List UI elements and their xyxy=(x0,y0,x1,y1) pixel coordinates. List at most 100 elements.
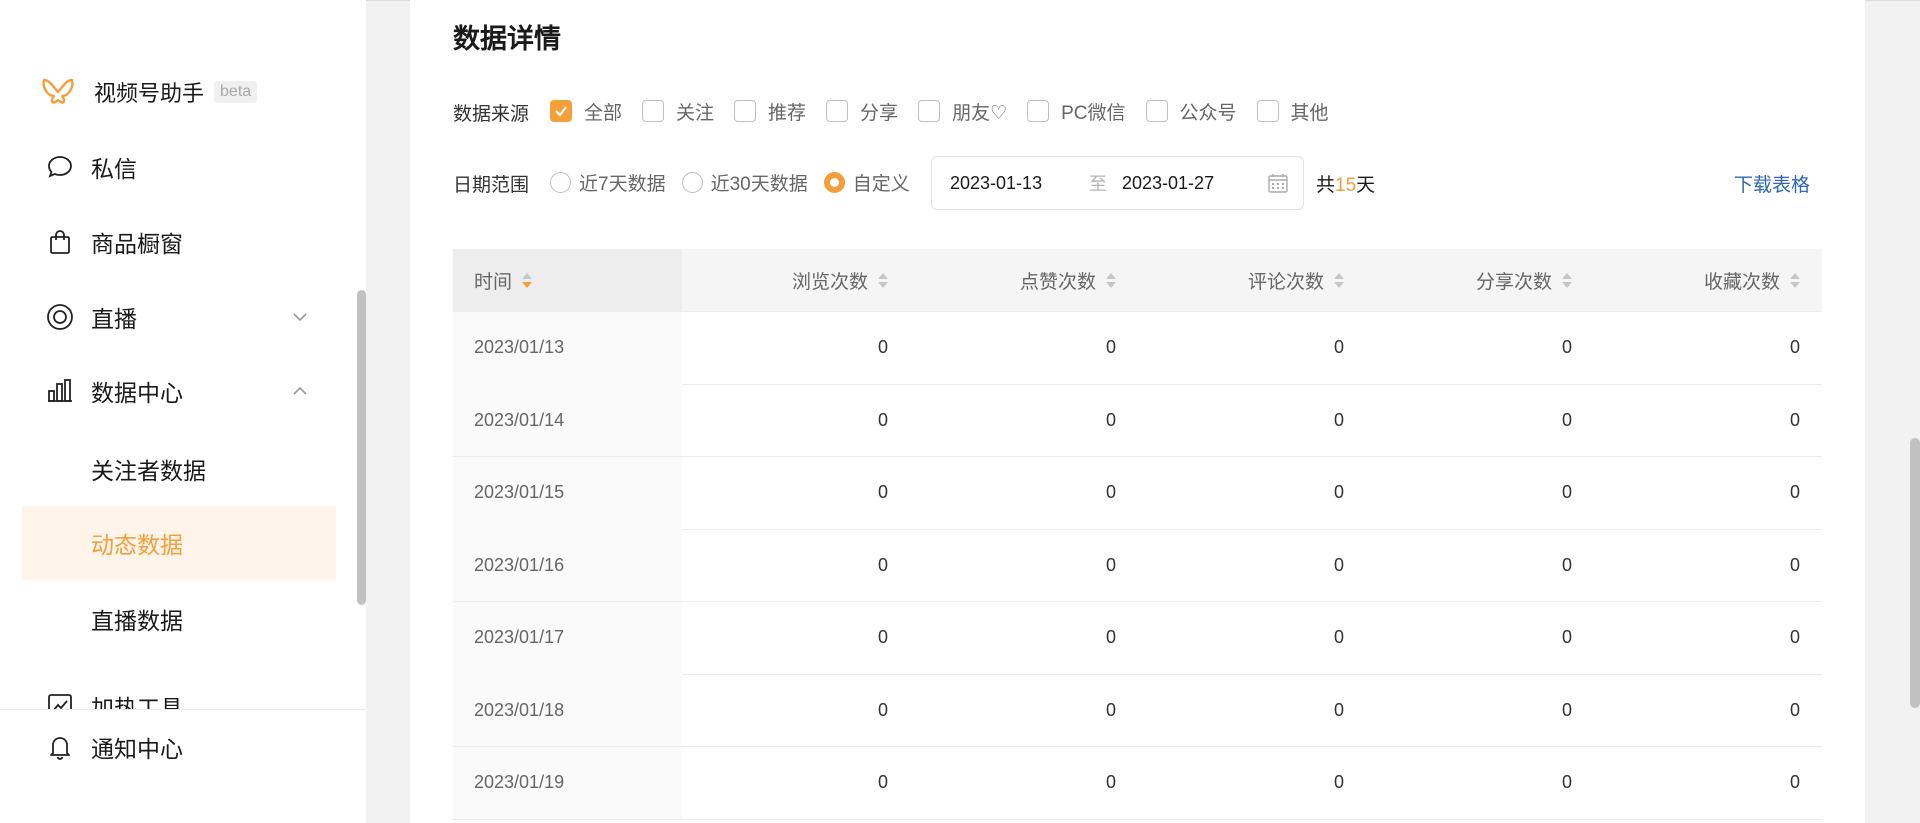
checkbox[interactable] xyxy=(1256,100,1279,122)
sidebar-scrollbar[interactable] xyxy=(357,290,366,605)
cell-shares: 0 xyxy=(1561,409,1572,430)
sort-icon[interactable] xyxy=(1790,272,1800,288)
data-table: 时间 浏览次数 点赞次数 评论次数 分享次数 收藏次数 2023/01/13 0… xyxy=(453,248,1822,820)
sidebar-item-label: 直播数据 xyxy=(91,608,183,634)
source-checkbox-friends[interactable]: 朋友♡ xyxy=(918,98,1007,125)
cell-favorites: 0 xyxy=(1789,627,1800,648)
date-radio-30-days[interactable]: 近30天数据 xyxy=(681,169,808,196)
column-header-comments[interactable]: 评论次数 xyxy=(1138,249,1366,312)
source-checkbox-pc-wechat[interactable]: PC微信 xyxy=(1027,98,1126,125)
sidebar-item-data-center[interactable]: 数据中心 xyxy=(22,354,336,428)
date-range-picker[interactable]: 2023-01-13 至 2023-01-27 xyxy=(931,156,1304,210)
cell-likes: 0 xyxy=(1105,699,1116,720)
sort-icon[interactable] xyxy=(878,272,888,288)
radio[interactable] xyxy=(550,171,571,193)
column-header-shares[interactable]: 分享次数 xyxy=(1366,249,1594,312)
sidebar-item-messages[interactable]: 私信 xyxy=(22,130,336,204)
cell-views: 0 xyxy=(877,699,888,720)
date-range-label: 日期范围 xyxy=(453,175,530,196)
checkbox[interactable] xyxy=(734,100,757,122)
checkbox-label: PC微信 xyxy=(1061,102,1126,124)
checkbox-label: 朋友♡ xyxy=(952,102,1008,124)
source-checkbox-other[interactable]: 其他 xyxy=(1256,98,1329,125)
sidebar-item-follower-data[interactable]: 关注者数据 xyxy=(22,432,336,506)
table-row: 2023/01/13 0 0 0 0 0 xyxy=(453,311,1822,385)
cell-favorites: 0 xyxy=(1789,554,1800,575)
brand[interactable]: 视频号助手 beta xyxy=(40,72,258,112)
butterfly-logo-icon xyxy=(42,78,74,104)
sort-icon[interactable] xyxy=(1106,272,1116,288)
cell-favorites: 0 xyxy=(1789,482,1800,503)
radio-label: 近7天数据 xyxy=(579,173,666,195)
column-header-label: 时间 xyxy=(474,271,513,293)
checkbox-label: 公众号 xyxy=(1179,102,1237,124)
checkbox-label: 其他 xyxy=(1290,102,1329,124)
cell-likes: 0 xyxy=(1105,627,1116,648)
source-checkbox-recommend[interactable]: 推荐 xyxy=(734,98,806,125)
chevron-down-icon[interactable] xyxy=(290,307,310,327)
source-checkbox-official-account[interactable]: 公众号 xyxy=(1145,98,1237,125)
column-header-time[interactable]: 时间 xyxy=(453,248,682,312)
sidebar-item-label: 通知中心 xyxy=(91,736,183,762)
chevron-up-icon[interactable] xyxy=(290,381,310,401)
cell-comments: 0 xyxy=(1333,409,1344,430)
calendar-icon[interactable] xyxy=(1267,172,1289,194)
total-days-count: 15 xyxy=(1335,175,1357,196)
checkbox[interactable] xyxy=(1027,100,1050,122)
radio[interactable] xyxy=(681,171,703,193)
cell-favorites: 0 xyxy=(1789,409,1800,430)
checkbox[interactable] xyxy=(642,100,665,122)
date-radio-7-days[interactable]: 近7天数据 xyxy=(550,169,666,196)
page-scrollbar[interactable] xyxy=(1910,438,1920,708)
live-circle-icon xyxy=(44,301,76,333)
download-table-link[interactable]: 下载表格 xyxy=(1734,170,1810,197)
column-header-likes[interactable]: 点赞次数 xyxy=(910,249,1138,312)
date-radio-custom[interactable]: 自定义 xyxy=(823,169,910,196)
checkbox[interactable] xyxy=(918,100,941,122)
start-date-input[interactable]: 2023-01-13 xyxy=(950,173,1042,194)
radio[interactable] xyxy=(823,171,845,193)
cell-views: 0 xyxy=(877,337,888,358)
cell-likes: 0 xyxy=(1105,482,1116,503)
source-checkbox-share[interactable]: 分享 xyxy=(826,98,898,125)
column-header-views[interactable]: 浏览次数 xyxy=(682,249,910,312)
cell-shares: 0 xyxy=(1561,699,1572,720)
checkbox[interactable] xyxy=(1145,100,1168,122)
cell-likes: 0 xyxy=(1105,409,1116,430)
checkbox[interactable] xyxy=(826,100,849,122)
total-suffix: 天 xyxy=(1356,175,1376,196)
cell-comments: 0 xyxy=(1333,772,1344,793)
total-days: 共15天 xyxy=(1316,170,1375,197)
sort-icon[interactable] xyxy=(1562,272,1572,288)
cell-comments: 0 xyxy=(1333,482,1344,503)
sidebar-item-notifications[interactable]: 通知中心 xyxy=(22,710,336,784)
sort-icon[interactable] xyxy=(1334,272,1344,288)
source-checkbox-follow[interactable]: 关注 xyxy=(642,98,714,125)
cell-favorites: 0 xyxy=(1789,772,1800,793)
cell-date: 2023/01/13 xyxy=(453,311,682,384)
column-header-label: 分享次数 xyxy=(1475,271,1552,293)
sidebar-item-live[interactable]: 直播 xyxy=(22,280,336,354)
checkbox[interactable] xyxy=(550,100,572,122)
sidebar-item-post-data[interactable]: 动态数据 xyxy=(22,506,336,580)
sidebar-item-live-data[interactable]: 直播数据 xyxy=(22,582,336,656)
cell-date: 2023/01/16 xyxy=(453,529,682,602)
table-header: 时间 浏览次数 点赞次数 评论次数 分享次数 收藏次数 xyxy=(453,248,1822,312)
cell-views: 0 xyxy=(877,482,888,503)
table-row: 2023/01/14 0 0 0 0 0 xyxy=(453,384,1822,457)
checkmark-icon xyxy=(555,106,567,117)
table-row: 2023/01/16 0 0 0 0 0 xyxy=(453,529,1822,602)
sidebar-item-shop-window[interactable]: 商品橱窗 xyxy=(22,205,336,279)
table-row: 2023/01/18 0 0 0 0 0 xyxy=(453,674,1822,747)
sort-icon[interactable] xyxy=(522,272,533,288)
column-header-favorites[interactable]: 收藏次数 xyxy=(1594,249,1822,312)
cell-views: 0 xyxy=(877,627,888,648)
end-date-input[interactable]: 2023-01-27 xyxy=(1122,173,1214,194)
cell-date: 2023/01/19 xyxy=(453,746,682,819)
chat-bubble-icon xyxy=(44,151,76,183)
source-checkbox-all[interactable]: 全部 xyxy=(550,98,622,125)
bar-chart-icon xyxy=(44,375,76,407)
cell-comments: 0 xyxy=(1333,699,1344,720)
cell-likes: 0 xyxy=(1105,337,1116,358)
cell-likes: 0 xyxy=(1105,554,1116,575)
